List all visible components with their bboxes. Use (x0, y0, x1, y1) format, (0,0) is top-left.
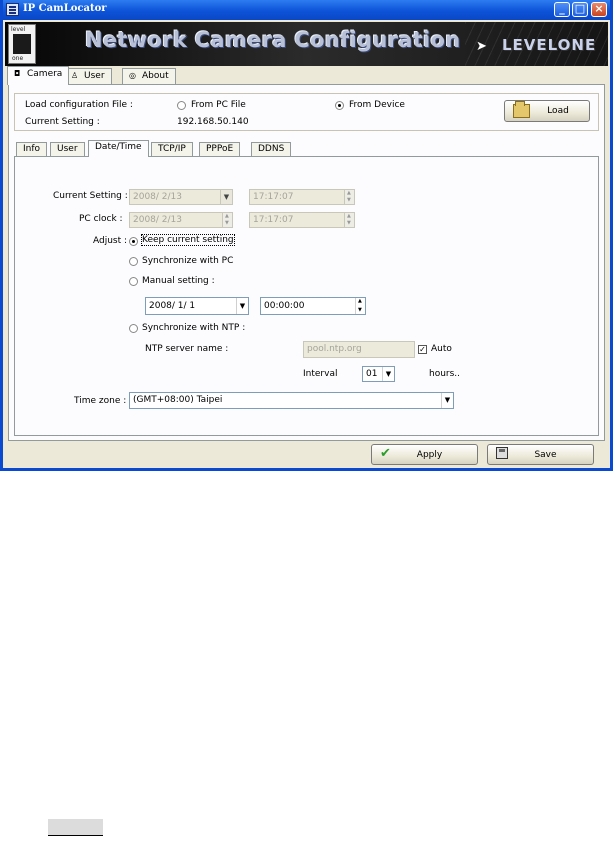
sync-pc-radio[interactable] (129, 257, 138, 266)
sync-ntp-radio[interactable] (129, 324, 138, 333)
spinner-icon (344, 213, 354, 227)
tab-tcpip[interactable]: TCP/IP (151, 142, 193, 156)
levelone-logo: level one (8, 24, 36, 64)
info-icon: ◎ (129, 71, 136, 80)
brand-name: LEVELONE (502, 36, 597, 54)
interval-select[interactable]: 01 ▼ (362, 366, 395, 382)
banner-heading: Network Camera Configuration (85, 28, 461, 52)
manual-setting-radio[interactable] (129, 277, 138, 286)
sync-ntp-label[interactable]: Synchronize with NTP : (142, 323, 245, 333)
chevron-down-icon[interactable]: ▼ (382, 367, 394, 381)
chevron-down-icon: ▼ (220, 190, 232, 204)
from-pc-radio[interactable] (177, 101, 186, 110)
from-pc-label[interactable]: From PC File (191, 100, 246, 110)
current-time-field: 17:17:07 (249, 189, 355, 205)
close-button[interactable]: × (591, 2, 607, 17)
pc-clock-label: PC clock : (79, 214, 123, 224)
manual-date-field[interactable]: 2008/ 1/ 1 ▼ (145, 297, 249, 315)
save-disk-icon (496, 447, 508, 459)
folder-icon (513, 101, 530, 118)
timezone-label: Time zone : (74, 396, 127, 406)
timezone-select[interactable]: (GMT+08:00) Taipei ▼ (129, 392, 454, 409)
settings-tabs: Info User Date/Time TCP/IP PPPoE DDNS (14, 140, 599, 157)
auto-checkbox[interactable]: ✓ (418, 345, 427, 354)
current-setting-ip: 192.168.50.140 (177, 117, 249, 127)
tab-user[interactable]: ♙ User (64, 68, 112, 84)
keep-setting-label[interactable]: Keep current setting (141, 234, 235, 246)
gray-box (48, 819, 103, 836)
auto-label[interactable]: Auto (431, 344, 452, 354)
action-bar: ✔ Apply Save (3, 442, 610, 468)
camera-panel: Load configuration File : From PC File F… (8, 84, 605, 441)
adjust-label: Adjust : (93, 236, 128, 246)
maximize-button[interactable]: □ (572, 2, 588, 17)
user-icon: ♙ (71, 71, 79, 80)
keep-setting-radio[interactable] (129, 237, 138, 246)
pc-time-field: 17:17:07 (249, 212, 355, 228)
check-icon: ✔ (380, 446, 391, 461)
load-config-label: Load configuration File : (25, 100, 133, 110)
load-config-group: Load configuration File : From PC File F… (14, 93, 599, 131)
chevron-down-icon[interactable]: ▼ (236, 298, 248, 314)
tab-datetime[interactable]: Date/Time (88, 140, 149, 157)
tab-pppoe[interactable]: PPPoE (199, 142, 241, 156)
pc-date-field: 2008/ 2/13 (129, 212, 233, 228)
spinner-icon (344, 190, 354, 204)
client-area: level one Network Camera Configuration ➤… (3, 20, 610, 468)
sync-pc-label[interactable]: Synchronize with PC (142, 256, 233, 266)
tab-ddns[interactable]: DDNS (251, 142, 292, 156)
spinner-icon (222, 213, 232, 227)
from-device-radio[interactable] (335, 101, 344, 110)
interval-unit: hours.. (429, 369, 461, 379)
title-bar[interactable]: IP CamLocator _ □ × (3, 0, 610, 20)
current-setting-label: Current Setting : (53, 191, 128, 201)
ntp-server-field: pool.ntp.org (303, 341, 415, 358)
tab-about[interactable]: ◎ About (122, 68, 176, 84)
apply-button[interactable]: ✔ Apply (371, 444, 478, 465)
cursor-icon: ➤ (476, 39, 487, 54)
current-setting-label: Current Setting : (25, 117, 100, 127)
current-date-field: 2008/ 2/13 ▼ (129, 189, 233, 205)
from-device-label[interactable]: From Device (349, 100, 405, 110)
tab-info[interactable]: Info (16, 142, 48, 156)
chevron-down-icon[interactable]: ▼ (441, 393, 453, 408)
app-window: IP CamLocator _ □ × level one Network Ca… (0, 0, 613, 471)
minimize-button[interactable]: _ (554, 2, 570, 17)
datetime-panel: Current Setting : 2008/ 2/13 ▼ 17:17:07 … (14, 156, 599, 436)
tab-user-settings[interactable]: User (50, 142, 85, 156)
save-button[interactable]: Save (487, 444, 594, 465)
banner: level one Network Camera Configuration ➤… (5, 22, 608, 66)
manual-time-field[interactable]: 00:00:00 (260, 297, 366, 315)
window-title: IP CamLocator (23, 3, 107, 14)
app-icon[interactable] (6, 3, 19, 16)
load-button[interactable]: Load (504, 100, 590, 122)
spinner-icon[interactable] (355, 298, 365, 314)
interval-label: Interval (303, 369, 338, 379)
tab-camera[interactable]: ◘ Camera (7, 66, 70, 85)
main-tabs: ◘ Camera ♙ User ◎ About (5, 66, 608, 85)
camera-icon: ◘ (14, 69, 21, 78)
ntp-server-label: NTP server name : (145, 344, 229, 354)
manual-setting-label[interactable]: Manual setting : (142, 276, 215, 286)
